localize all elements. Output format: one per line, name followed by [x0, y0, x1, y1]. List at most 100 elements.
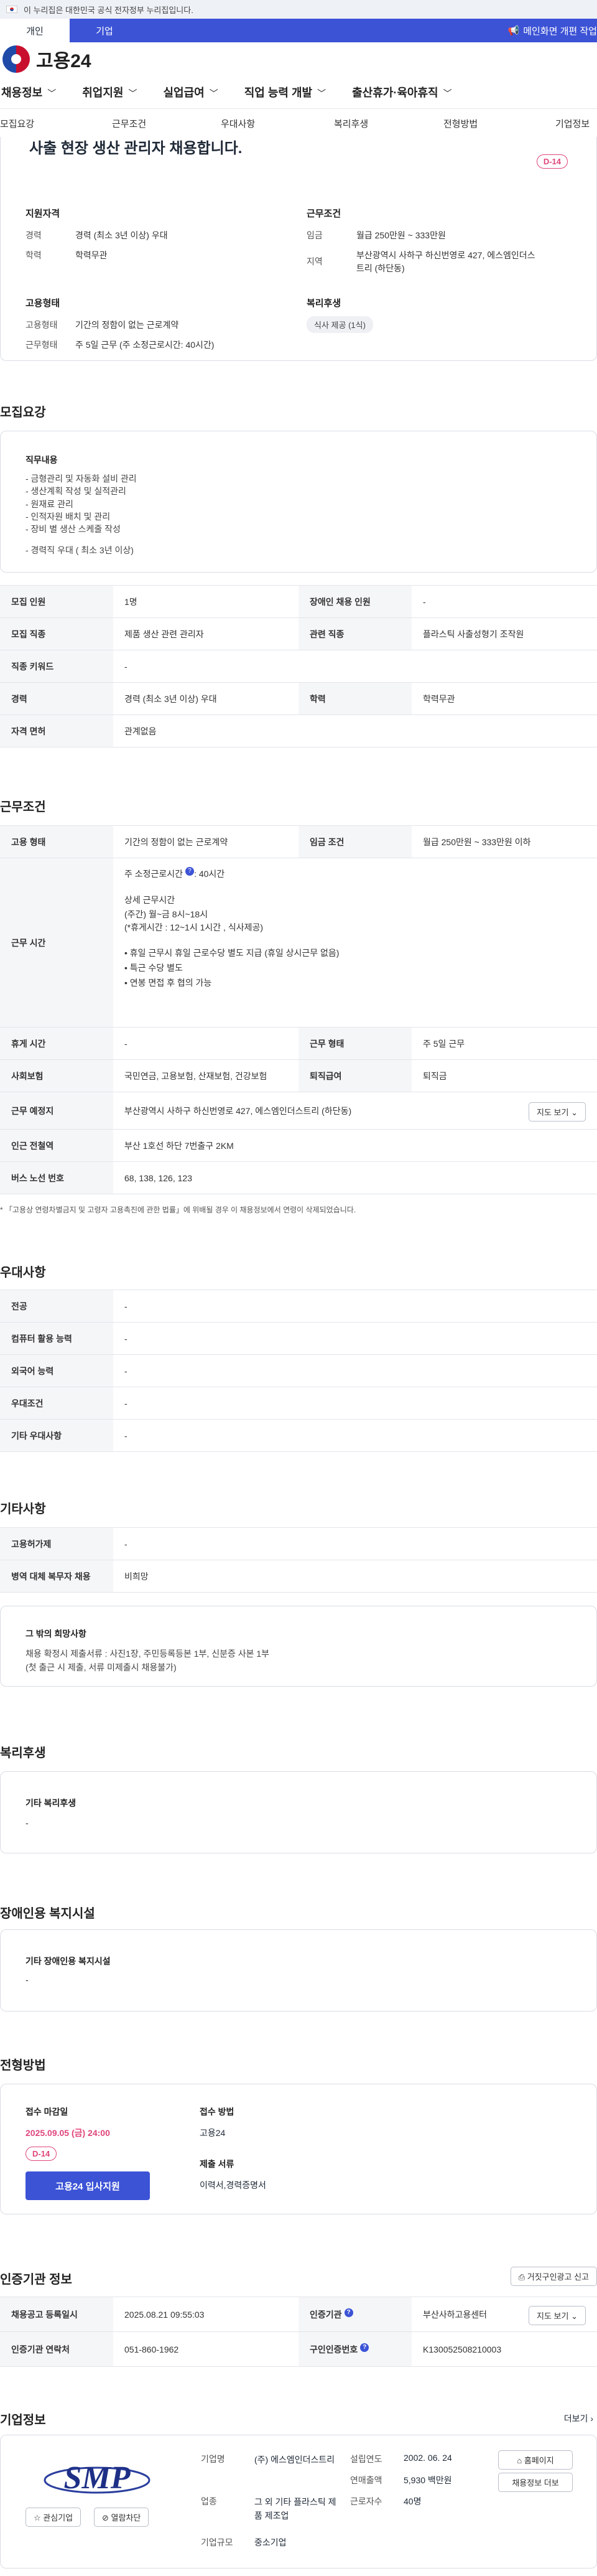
chevron-down-icon: ﹀ — [209, 88, 218, 98]
welfare-chip: 식사 제공 (1식) — [307, 316, 373, 333]
chevron-right-icon: › — [590, 2414, 593, 2424]
cert-map-button[interactable]: 지도 보기 ⌄ — [529, 2306, 586, 2325]
table-row: 외국어 능력 - — [0, 1354, 597, 1387]
process-dday-badge: D-14 — [25, 2147, 57, 2161]
deadline-date: 2025.09.05 (금) 24:00 — [25, 2128, 110, 2138]
info-icon[interactable]: ? — [344, 2308, 353, 2317]
chevron-down-icon: ﹀ — [317, 88, 326, 98]
est-value: 2002. 06. 24 — [404, 2453, 452, 2463]
info-icon[interactable]: ? — [185, 867, 195, 876]
cond-wage: 임금 월급 250만원 ~ 333만원 — [307, 230, 446, 240]
company-jobs-button[interactable]: 채용정보 더보 — [498, 2473, 573, 2492]
work-hours-label: 주 소정근로시간 — [124, 869, 183, 879]
process-card: 접수 마감일 2025.09.05 (금) 24:00 D-14 고용24 입사… — [0, 2084, 597, 2214]
apply-button[interactable]: 고용24 입사지원 — [25, 2171, 150, 2200]
table-row: 병역 대체 복무자 채용 비희망 — [0, 1560, 597, 1593]
info-icon[interactable]: ? — [360, 2343, 369, 2352]
section-title-work: 근무조건 — [0, 800, 46, 814]
cond-region: 지역 부산광역시 사하구 하신번영로 427, 에스엠인더스트리 (하단동) — [307, 250, 535, 273]
tab-personal[interactable]: 개인 — [0, 19, 70, 42]
report-false-ad-button[interactable]: ⎙ 거짓구인광고 신고 — [510, 2267, 597, 2286]
notice-link[interactable]: 📢 메인화면 개편 작업 — [508, 19, 597, 42]
table-row: 버스 노선 번호 68, 138, 126, 123 — [0, 1161, 597, 1194]
company-more-link[interactable]: 더보기 › — [564, 2412, 593, 2425]
gnb-item-parental[interactable]: 출산휴가·육아휴직 ﹀ — [352, 84, 451, 100]
gnb-item-unemployment[interactable]: 실업급여 ﹀ — [164, 84, 218, 100]
anchor-welfare[interactable]: 복리후생 — [334, 117, 368, 130]
sales-value: 5,930 백만원 — [404, 2475, 452, 2485]
table-row: 고용허가제 - — [0, 1527, 597, 1560]
section-title-recruit: 모집요강 — [0, 406, 46, 419]
anchor-pref[interactable]: 우대사항 — [221, 117, 255, 130]
company-name: (주) 에스엠인더스트리 — [254, 2455, 335, 2465]
section-title-company: 기업정보 — [0, 2414, 46, 2427]
gnb-item-jobs[interactable]: 채용정보 ﹀ — [1, 84, 56, 100]
extra-text: 채용 확정시 제출서류 : 사진1장, 주민등록등본 1부, 신분증 사본 1부… — [25, 1649, 270, 1672]
homepage-button[interactable]: ⌂ 홈페이지 — [498, 2450, 573, 2470]
gnb-item-training[interactable]: 직업 능력 개발 ﹀ — [244, 84, 326, 100]
duty-card: 직무내용 - 금형관리 및 자동화 설비 관리 - 생산계획 작성 및 실적관리 -… — [0, 431, 597, 573]
taegeuk-logo-icon — [2, 45, 30, 73]
work-table: 고용 형태 기간의 정함이 없는 근로계약 임금 조건 월급 250만원 ~ 333만… — [0, 825, 597, 1194]
table-row: 인증기관 연락처 051-860-1962 구인인증번호? K130052508210… — [0, 2331, 597, 2367]
table-row: 모집 직종 제품 생산 관련 관리자 관련 직종 플라스틱 사출성형기 조작원 — [0, 617, 597, 650]
chevron-down-icon: ﹀ — [443, 88, 452, 98]
table-row: 우대조건 - — [0, 1387, 597, 1420]
megaphone-icon: 📢 — [507, 26, 520, 36]
cond-title: 근무조건 — [307, 208, 341, 219]
company-card: SMP ☆ 관심기업 ⊘ 열람차단 기업명 (주) 에스엠인더스트리 업종 그 … — [0, 2435, 597, 2569]
pref-table: 전공 - 컴퓨터 활용 능력 - 외국어 능력 - 우대조건 - 기타 우대사항 - — [0, 1290, 597, 1452]
qual-career: 경력 경력 (최소 3년 이상) 우대 — [25, 230, 168, 240]
table-row: 근무 예정지 부산광역시 사하구 하신번영로 427, 에스엠인더스트리 (하단동… — [0, 1092, 597, 1130]
site-logo[interactable]: 고용24 — [0, 42, 597, 76]
print-icon: ⎙ — [518, 2272, 525, 2282]
method-value: 고용24 — [200, 2128, 226, 2138]
anchor-work[interactable]: 근무조건 — [112, 117, 146, 130]
star-icon: ☆ — [34, 2513, 41, 2522]
favorite-company-button[interactable]: ☆ 관심기업 — [25, 2508, 81, 2527]
global-nav: 채용정보 ﹀ 취업지원 ﹀ 실업급여 ﹀ 직업 능력 개발 ﹀ 출산휴가·육아휴직 ﹀ — [0, 76, 597, 108]
age-discrimination-note: * 「고용상 연령차별금지 및 고령자 고용촉진에 관한 법률」에 위배될 경우… — [0, 1206, 356, 1214]
emp-count-value: 40명 — [404, 2496, 422, 2506]
disabled-title: 기타 장애인용 복지시설 — [25, 1956, 111, 1966]
chevron-down-icon: ﹀ — [47, 88, 57, 98]
notice-label: 메인화면 개편 작업 — [523, 26, 597, 37]
job-summary-card: 사출 현장 생산 관리자 채용합니다. D-14 지원자격 경력 경력 (최소 3… — [0, 137, 597, 361]
tab-company[interactable]: 기업 — [70, 19, 139, 42]
welfare-card: 기타 복리후생 - — [0, 1771, 597, 1853]
company-logo-text: SMP — [64, 2460, 131, 2496]
company-logo: SMP — [42, 2454, 152, 2501]
table-row: 인근 전철역 부산 1호선 하단 7번출구 2KM — [0, 1129, 597, 1162]
deadline-title: 접수 마감일 — [25, 2107, 68, 2117]
qual-title: 지원자격 — [25, 208, 60, 219]
section-anchor-nav: 모집요강 근무조건 우대사항 복리후생 전형방법 기업정보 — [0, 108, 597, 138]
korea-flag-icon — [6, 6, 17, 13]
other-extra-card: 그 밖의 희망사항 채용 확정시 제출서류 : 사진1장, 주민등록등본 1부,… — [0, 1606, 597, 1687]
docs-title: 제출 서류 — [200, 2159, 234, 2169]
home-icon: ⌂ — [517, 2456, 522, 2465]
anchor-process[interactable]: 전형방법 — [443, 117, 478, 130]
duty-title: 직무내용 — [25, 455, 58, 465]
dday-badge: D-14 — [536, 154, 568, 169]
company-name-key: 기업명 — [201, 2454, 225, 2464]
chevron-down-icon: ⌄ — [571, 2311, 578, 2321]
table-row: 고용 형태 기간의 정함이 없는 근로계약 임금 조건 월급 250만원 ~ 333만… — [0, 825, 597, 858]
block-icon: ⊘ — [102, 2513, 109, 2522]
table-row: 경력 경력 (최소 3년 이상) 우대 학력 학력무관 — [0, 682, 597, 715]
table-row: 기타 우대사항 - — [0, 1419, 597, 1452]
gnb-item-support[interactable]: 취업지원 ﹀ — [82, 84, 137, 100]
block-company-button[interactable]: ⊘ 열람차단 — [94, 2508, 149, 2527]
anchor-company[interactable]: 기업정보 — [555, 117, 590, 130]
section-title-pref: 우대사항 — [0, 1266, 46, 1280]
map-button[interactable]: 지도 보기 ⌄ — [529, 1102, 586, 1122]
brand-name: 고용24 — [36, 51, 91, 72]
section-title-cert: 인증기관 정보 — [0, 2273, 72, 2287]
industry-value: 그 외 기타 플라스틱 제품 제조업 — [254, 2497, 336, 2521]
gov-banner-text: 이 누리집은 대한민국 공식 전자정부 누리집입니다. — [24, 5, 193, 15]
emp-title: 고용형태 — [25, 298, 60, 309]
size-key: 기업규모 — [201, 2537, 233, 2547]
table-row: 모집 인원 1명 장애인 채용 인원 - — [0, 585, 597, 618]
chevron-down-icon: ⌄ — [571, 1108, 578, 1117]
anchor-recruit[interactable]: 모집요강 — [0, 117, 34, 130]
emp-count-key: 근로자수 — [350, 2496, 382, 2506]
